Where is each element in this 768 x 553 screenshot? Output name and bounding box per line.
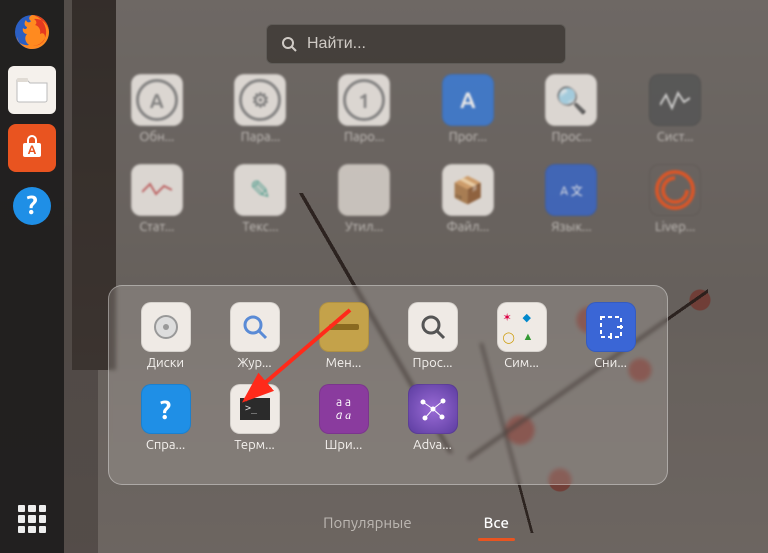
app-label: Шри... bbox=[325, 438, 363, 452]
app-label: Спра... bbox=[146, 438, 185, 452]
app-power-stats[interactable]: Стат... bbox=[116, 164, 198, 234]
utilities-folder-icon bbox=[338, 164, 390, 216]
svg-text:>_: >_ bbox=[245, 403, 258, 414]
app-label: Пара... bbox=[241, 130, 281, 144]
app-fonts[interactable]: a aa a Шри... bbox=[309, 384, 378, 452]
svg-text:A: A bbox=[28, 144, 37, 157]
fonts-icon: a aa a bbox=[319, 384, 369, 434]
app-utilities-folder[interactable]: Утил... bbox=[323, 164, 405, 234]
magnifier-icon: 🔍 bbox=[545, 74, 597, 126]
app-archive-manager[interactable]: Мен... bbox=[309, 302, 378, 370]
apps-row-1: A Обн... ⚙ Пара... 1 Паро... A Прог... 🔍 Прос… bbox=[116, 74, 716, 144]
app-help[interactable]: ? Спра... bbox=[131, 384, 200, 452]
app-livepatch[interactable]: Livep... bbox=[634, 164, 716, 234]
app-characters[interactable]: ✶◆◯▲ Сим... bbox=[487, 302, 556, 370]
show-applications-button[interactable] bbox=[8, 495, 56, 543]
system-monitor-icon bbox=[649, 74, 701, 126]
dock-item-files[interactable] bbox=[8, 66, 56, 114]
advanced-network-icon bbox=[408, 384, 458, 434]
utilities-folder-popup: Диски Жур... Мен... Прос... ✶◆◯▲ Сим... С… bbox=[108, 285, 668, 485]
app-system-monitor[interactable]: Сист... bbox=[634, 74, 716, 144]
app-label: Файл... bbox=[446, 220, 489, 234]
app-software[interactable]: A Прог... bbox=[427, 74, 509, 144]
app-terminal[interactable]: >_ Терм... bbox=[220, 384, 289, 452]
app-label: Прог... bbox=[449, 130, 487, 144]
app-label: Паро... bbox=[344, 130, 384, 144]
settings-icon: ⚙ bbox=[234, 74, 286, 126]
app-archive[interactable]: 📦 Файл... bbox=[427, 164, 509, 234]
software-center-icon: A bbox=[17, 133, 47, 163]
view-tabs: Популярные Все bbox=[64, 508, 768, 541]
app-label: Мен... bbox=[326, 356, 362, 370]
app-viewer[interactable]: 🔍 Прос... bbox=[531, 74, 613, 144]
apps-grid-icon bbox=[18, 505, 46, 533]
tab-all[interactable]: Все bbox=[478, 508, 515, 541]
app-advanced-network[interactable]: Adva... bbox=[398, 384, 467, 452]
app-label: Сим... bbox=[504, 356, 539, 370]
app-label: Жур... bbox=[237, 356, 271, 370]
app-label: Обн... bbox=[139, 130, 174, 144]
app-logs[interactable]: Жур... bbox=[220, 302, 289, 370]
dock-item-software[interactable]: A bbox=[8, 124, 56, 172]
app-label: Adva... bbox=[413, 438, 452, 452]
files-icon bbox=[15, 76, 49, 104]
app-label: Язык... bbox=[551, 220, 591, 234]
app-label: Диски bbox=[147, 356, 184, 370]
help-app-icon: ? bbox=[141, 384, 191, 434]
software-icon: A bbox=[442, 74, 494, 126]
search-icon bbox=[281, 36, 297, 52]
app-disks[interactable]: Диски bbox=[131, 302, 200, 370]
app-settings[interactable]: ⚙ Пара... bbox=[220, 74, 302, 144]
screenshot-icon bbox=[586, 302, 636, 352]
search-input[interactable] bbox=[307, 35, 551, 53]
app-updates[interactable]: A Обн... bbox=[116, 74, 198, 144]
app-label: Текс... bbox=[242, 220, 278, 234]
passwords-icon: 1 bbox=[338, 74, 390, 126]
logs-icon bbox=[230, 302, 280, 352]
firefox-icon bbox=[12, 12, 52, 52]
disks-icon bbox=[141, 302, 191, 352]
app-label: Терм... bbox=[234, 438, 274, 452]
app-label: Утил... bbox=[345, 220, 383, 234]
app-language[interactable]: A 文 Язык... bbox=[531, 164, 613, 234]
update-icon: A bbox=[131, 74, 183, 126]
app-passwords[interactable]: 1 Паро... bbox=[323, 74, 405, 144]
app-label: Стат... bbox=[139, 220, 174, 234]
image-viewer-icon bbox=[408, 302, 458, 352]
app-screenshot[interactable]: Сни... bbox=[576, 302, 645, 370]
search-bar[interactable] bbox=[266, 24, 566, 64]
dock-item-help[interactable]: ? bbox=[8, 182, 56, 230]
dock-item-firefox[interactable] bbox=[8, 8, 56, 56]
apps-row-2: Стат... ✎ Текс... Утил... 📦 Файл... A 文 Язы… bbox=[116, 164, 716, 234]
app-text-editor[interactable]: ✎ Текс... bbox=[220, 164, 302, 234]
text-editor-icon: ✎ bbox=[234, 164, 286, 216]
power-stats-icon bbox=[131, 164, 183, 216]
app-label: Сни... bbox=[594, 356, 627, 370]
app-label: Сист... bbox=[657, 130, 694, 144]
dock: A ? bbox=[0, 0, 64, 553]
app-image-viewer[interactable]: Прос... bbox=[398, 302, 467, 370]
language-icon: A 文 bbox=[545, 164, 597, 216]
archive-manager-icon bbox=[319, 302, 369, 352]
app-label: Прос... bbox=[552, 130, 592, 144]
characters-icon: ✶◆◯▲ bbox=[497, 302, 547, 352]
archive-icon: 📦 bbox=[442, 164, 494, 216]
folder-row-2: ? Спра... >_ Терм... a aa a Шри... Adva... bbox=[131, 384, 645, 452]
tab-frequent[interactable]: Популярные bbox=[317, 508, 418, 541]
help-icon: ? bbox=[11, 185, 53, 227]
svg-text:?: ? bbox=[26, 190, 37, 219]
terminal-icon: >_ bbox=[230, 384, 280, 434]
folder-row-1: Диски Жур... Мен... Прос... ✶◆◯▲ Сим... С… bbox=[131, 302, 645, 370]
app-label: Livep... bbox=[655, 220, 695, 234]
app-label: Прос... bbox=[413, 356, 453, 370]
livepatch-icon bbox=[649, 164, 701, 216]
all-apps-grid: A Обн... ⚙ Пара... 1 Паро... A Прог... 🔍 Прос… bbox=[116, 74, 716, 234]
